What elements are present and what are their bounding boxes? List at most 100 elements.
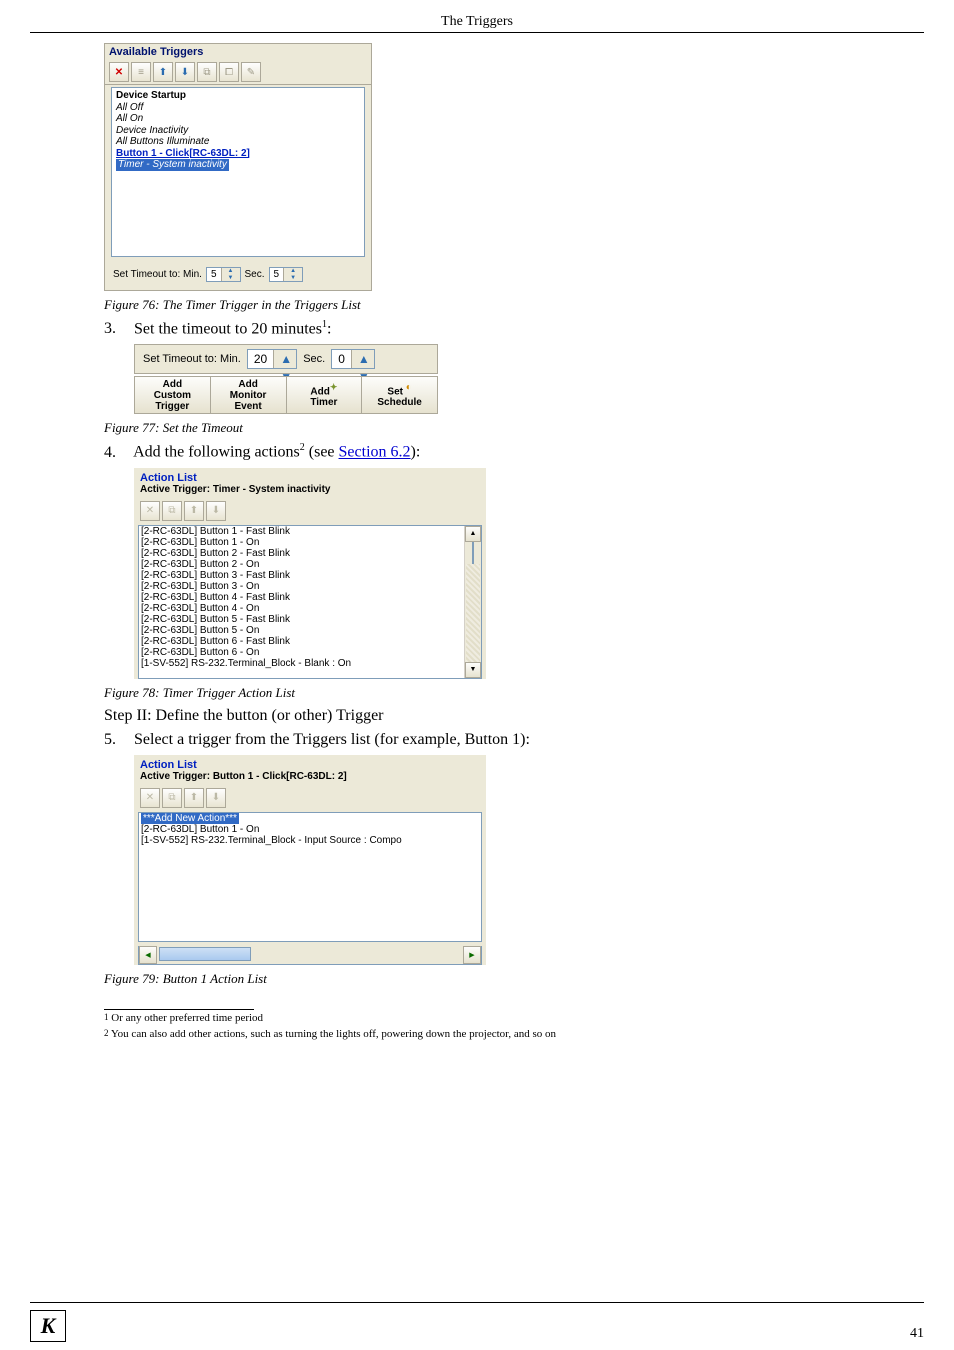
page-header: The Triggers bbox=[30, 0, 924, 33]
list-item[interactable]: [2-RC-63DL] Button 4 - Fast Blink bbox=[141, 592, 462, 603]
list-item[interactable]: [2-RC-63DL] Button 2 - Fast Blink bbox=[141, 548, 462, 559]
list-item[interactable]: [2-RC-63DL] Button 6 - Fast Blink bbox=[141, 636, 462, 647]
move-down-icon[interactable]: ⬇ bbox=[206, 788, 226, 808]
action-list[interactable]: [2-RC-63DL] Button 1 - Fast Blink[2-RC-6… bbox=[139, 526, 464, 678]
footnote-text: Or any other preferred time period bbox=[109, 1012, 264, 1024]
list-item[interactable]: [2-RC-63DL] Button 2 - On bbox=[141, 559, 462, 570]
copy-icon[interactable]: ⧉ bbox=[197, 62, 217, 82]
list-item-selected[interactable]: ***Add New Action*** bbox=[141, 813, 239, 824]
active-trigger-line: Active Trigger: Timer - System inactivit… bbox=[134, 484, 486, 501]
value: Timer - System inactivity bbox=[213, 484, 331, 495]
step-number: 3. bbox=[104, 320, 130, 338]
minutes-spinner[interactable]: 20 ▲▼ bbox=[247, 349, 297, 369]
scroll-left-icon[interactable]: ◀ bbox=[139, 946, 157, 964]
delete-icon[interactable]: ✕ bbox=[140, 501, 160, 521]
timeout-label: Set Timeout to: Min. bbox=[113, 269, 202, 280]
timeout-label: Set Timeout to: Min. bbox=[143, 353, 241, 365]
btn-line: Trigger bbox=[155, 401, 189, 412]
seconds-label: Sec. bbox=[245, 269, 265, 280]
scroll-right-icon[interactable]: ▶ bbox=[463, 946, 481, 964]
spinner-arrows-icon[interactable]: ▲▼ bbox=[351, 350, 374, 368]
label: Active Trigger: bbox=[140, 771, 213, 782]
sort-icon[interactable]: ≡ bbox=[131, 62, 151, 82]
scroll-up-icon[interactable]: ▲ bbox=[465, 526, 481, 542]
seconds-label: Sec. bbox=[303, 353, 325, 365]
list-item[interactable]: [2-RC-63DL] Button 5 - On bbox=[141, 625, 462, 636]
seconds-value[interactable]: 0 bbox=[332, 350, 351, 368]
list-item[interactable]: [2-RC-63DL] Button 4 - On bbox=[141, 603, 462, 614]
copy-icon[interactable]: ⧉ bbox=[162, 501, 182, 521]
step-text: Select a trigger from the Triggers list … bbox=[134, 731, 530, 748]
action-list-toolbar: ✕⧉⬆⬇ bbox=[134, 501, 486, 523]
minutes-spinner[interactable]: 5 ▲▼ bbox=[206, 267, 241, 282]
add-custom-trigger-button[interactable]: Add Custom Trigger bbox=[134, 376, 211, 414]
list-item[interactable]: All Buttons Illuminate bbox=[116, 136, 360, 148]
add-monitor-event-button[interactable]: Add Monitor Event bbox=[211, 376, 287, 414]
spinner-arrows-icon[interactable]: ▲▼ bbox=[221, 268, 240, 281]
move-down-icon[interactable]: ⬇ bbox=[206, 501, 226, 521]
kramer-logo: K bbox=[30, 1310, 66, 1342]
page-number: 41 bbox=[910, 1326, 924, 1342]
action-list-header: Action List bbox=[134, 755, 486, 771]
scroll-track[interactable] bbox=[466, 564, 480, 662]
list-item[interactable]: Device Inactivity bbox=[116, 125, 360, 137]
move-up-icon[interactable]: ⬆ bbox=[184, 788, 204, 808]
list-item[interactable]: [2-RC-63DL] Button 1 - On bbox=[141, 824, 479, 835]
scroll-thumb[interactable] bbox=[159, 947, 251, 961]
panel-title: Available Triggers bbox=[105, 44, 371, 60]
section-link[interactable]: Section 6.2 bbox=[339, 444, 411, 461]
step-text: (see bbox=[305, 444, 339, 461]
spinner-arrows-icon[interactable]: ▲▼ bbox=[273, 350, 296, 368]
scroll-thumb[interactable] bbox=[472, 542, 474, 564]
delete-icon[interactable]: ✕ bbox=[109, 62, 129, 82]
action-list-panel: Action List Active Trigger: Button 1 - C… bbox=[134, 755, 486, 965]
move-down-icon[interactable]: ⬇ bbox=[175, 62, 195, 82]
list-item[interactable]: [2-RC-63DL] Button 3 - On bbox=[141, 581, 462, 592]
btn-line: Monitor bbox=[230, 390, 267, 401]
figure-caption: Figure 77: Set the Timeout bbox=[104, 420, 924, 436]
move-up-icon[interactable]: ⬆ bbox=[184, 501, 204, 521]
value: Button 1 - Click[RC-63DL: 2] bbox=[213, 771, 347, 782]
minutes-value[interactable]: 20 bbox=[248, 350, 273, 368]
step-ii-heading: Step II: Define the button (or other) Tr… bbox=[104, 707, 924, 725]
horizontal-scrollbar[interactable]: ◀ ▶ bbox=[138, 946, 482, 965]
label: Active Trigger: bbox=[140, 484, 213, 495]
set-schedule-button[interactable]: Set ◐ Schedule bbox=[362, 376, 438, 414]
seconds-spinner[interactable]: 0 ▲▼ bbox=[331, 349, 375, 369]
btn-line: Custom bbox=[154, 390, 191, 401]
list-item[interactable]: [1-SV-552] RS-232.Terminal_Block - Input… bbox=[141, 835, 479, 846]
list-item[interactable]: All On bbox=[116, 113, 360, 125]
vertical-scrollbar[interactable]: ▲ ▼ bbox=[464, 526, 481, 678]
list-item[interactable]: Button 1 - Click[RC-63DL: 2] bbox=[116, 148, 360, 160]
step-5: 5. Select a trigger from the Triggers li… bbox=[104, 731, 924, 749]
seconds-value[interactable]: 5 bbox=[270, 268, 284, 281]
footnote-1: 1 Or any other preferred time period bbox=[104, 1012, 924, 1024]
copy-icon[interactable]: ⧉ bbox=[162, 788, 182, 808]
action-list-header: Action List bbox=[134, 468, 486, 484]
list-item[interactable]: [2-RC-63DL] Button 1 - On bbox=[141, 537, 462, 548]
edit-icon[interactable]: ✎ bbox=[241, 62, 261, 82]
triggers-list[interactable]: Device Startup All Off All On Device Ina… bbox=[111, 87, 365, 257]
figure-caption: Figure 79: Button 1 Action List bbox=[104, 971, 924, 987]
move-up-icon[interactable]: ⬆ bbox=[153, 62, 173, 82]
list-item[interactable]: [2-RC-63DL] Button 6 - On bbox=[141, 647, 462, 658]
triggers-toolbar: ✕≡⬆⬇⧉⧠✎ bbox=[105, 60, 371, 85]
seconds-spinner[interactable]: 5 ▲▼ bbox=[269, 267, 304, 282]
scroll-track[interactable] bbox=[157, 946, 463, 962]
spinner-arrows-icon[interactable]: ▲▼ bbox=[283, 268, 302, 281]
list-item[interactable]: [2-RC-63DL] Button 1 - Fast Blink bbox=[141, 526, 462, 537]
paste-icon[interactable]: ⧠ bbox=[219, 62, 239, 82]
list-item[interactable]: [1-SV-552] RS-232.Terminal_Block - Blank… bbox=[141, 658, 462, 669]
figure-caption: Figure 76: The Timer Trigger in the Trig… bbox=[104, 297, 924, 313]
delete-icon[interactable]: ✕ bbox=[140, 788, 160, 808]
list-item[interactable]: All Off bbox=[116, 102, 360, 114]
btn-line: Event bbox=[235, 401, 262, 412]
add-timer-button[interactable]: Add✦ Timer bbox=[287, 376, 363, 414]
action-list[interactable]: ***Add New Action***[2-RC-63DL] Button 1… bbox=[139, 813, 481, 941]
scroll-down-icon[interactable]: ▼ bbox=[465, 662, 481, 678]
list-item[interactable]: [2-RC-63DL] Button 3 - Fast Blink bbox=[141, 570, 462, 581]
list-item-selected[interactable]: Timer - System inactivity bbox=[116, 159, 229, 171]
list-item[interactable]: [2-RC-63DL] Button 5 - Fast Blink bbox=[141, 614, 462, 625]
list-item[interactable]: Device Startup bbox=[116, 90, 360, 102]
minutes-value[interactable]: 5 bbox=[207, 268, 221, 281]
